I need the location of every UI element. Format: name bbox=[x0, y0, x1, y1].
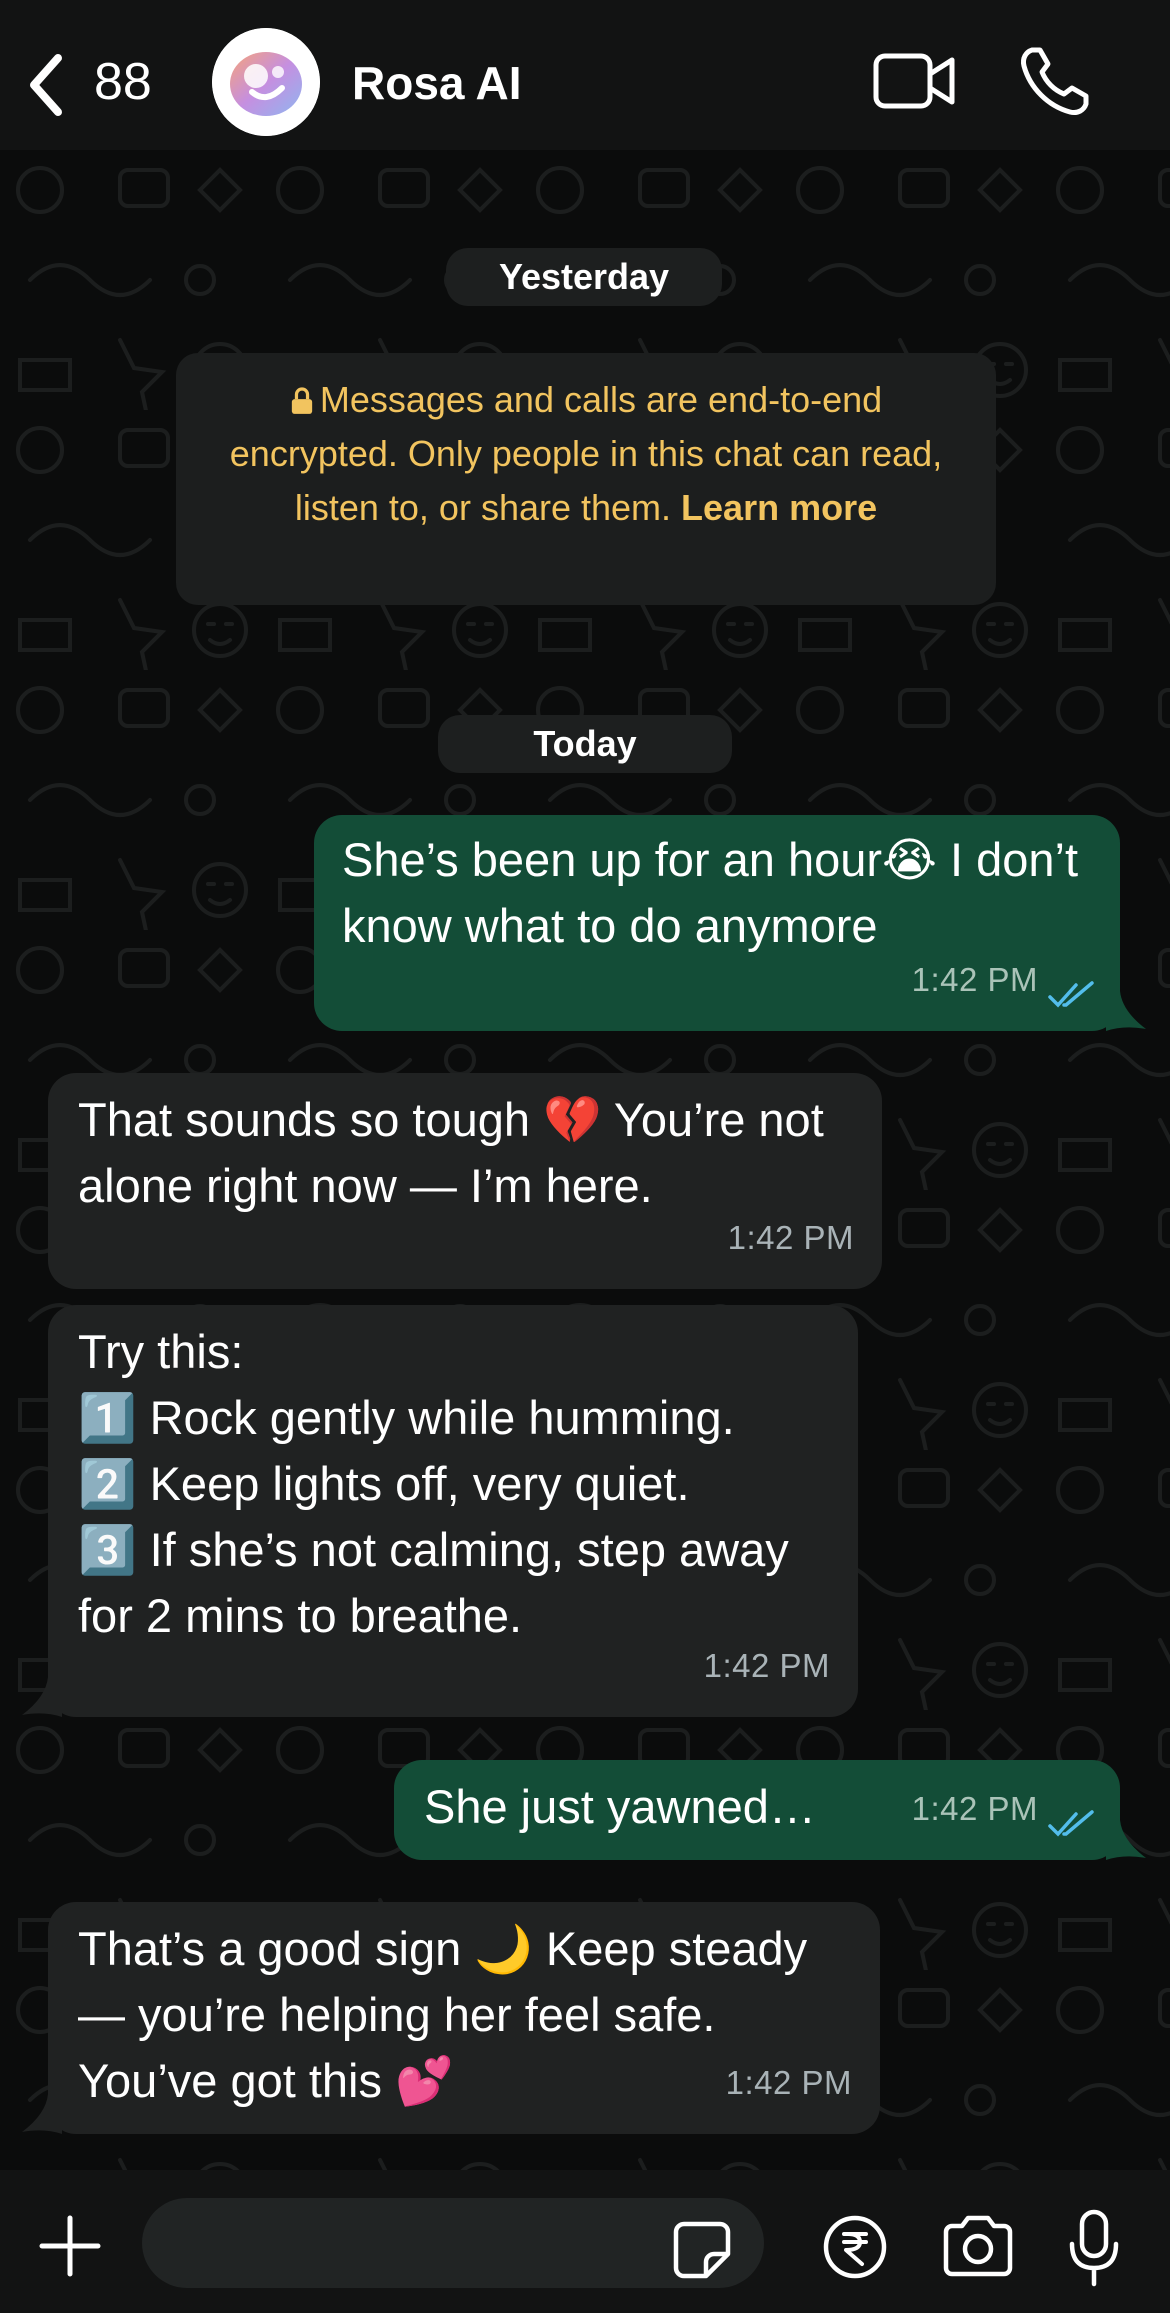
message-time: 1:42 PM bbox=[911, 1790, 1038, 1827]
message-time: 1:42 PM bbox=[703, 1647, 830, 1684]
phone-icon[interactable] bbox=[1018, 44, 1092, 118]
video-call-icon[interactable] bbox=[872, 48, 956, 114]
read-ticks-icon bbox=[1048, 1810, 1094, 1837]
incoming-message[interactable]: That’s a good sign 🌙 Keep steady — you’r… bbox=[48, 1902, 880, 2134]
date-separator-yesterday: Yesterday bbox=[446, 248, 722, 306]
camera-icon[interactable] bbox=[940, 2214, 1016, 2278]
message-text: She’s been up for an hour😭 I don’t know … bbox=[342, 833, 1079, 952]
learn-more-link[interactable]: Learn more bbox=[681, 487, 877, 528]
contact-name[interactable]: Rosa AI bbox=[352, 56, 522, 110]
message-time: 1:42 PM bbox=[911, 961, 1038, 998]
message-text: That sounds so tough 💔 You’re not alone … bbox=[78, 1093, 824, 1212]
bubble-tail bbox=[1106, 1820, 1146, 1860]
message-time: 1:42 PM bbox=[725, 2064, 852, 2101]
message-text: Try this: 1️⃣ Rock gently while humming.… bbox=[78, 1325, 789, 1642]
lock-icon bbox=[291, 387, 312, 414]
bubble-tail bbox=[22, 1677, 62, 1717]
sticker-icon[interactable] bbox=[672, 2220, 732, 2280]
avatar-logo-icon bbox=[212, 28, 320, 136]
message-list[interactable]: Yesterday Messages and calls are end-to-… bbox=[0, 150, 1170, 2170]
incoming-message[interactable]: Try this: 1️⃣ Rock gently while humming.… bbox=[48, 1305, 858, 1717]
composer-bar bbox=[0, 2170, 1170, 2313]
chat-header: 88 Rosa AI bbox=[0, 0, 1170, 150]
encryption-notice[interactable]: Messages and calls are end-to-end encryp… bbox=[176, 353, 996, 605]
message-time: 1:42 PM bbox=[727, 1219, 854, 1256]
avatar[interactable] bbox=[212, 28, 320, 136]
bubble-tail bbox=[22, 2094, 62, 2134]
unread-count[interactable]: 88 bbox=[94, 52, 152, 112]
bubble-tail bbox=[1106, 991, 1146, 1031]
plus-icon[interactable] bbox=[36, 2212, 104, 2280]
chevron-left-icon[interactable] bbox=[22, 50, 72, 120]
microphone-icon[interactable] bbox=[1066, 2208, 1122, 2288]
date-separator-today: Today bbox=[438, 715, 732, 773]
outgoing-message[interactable]: She’s been up for an hour😭 I don’t know … bbox=[314, 815, 1120, 1031]
read-ticks-icon bbox=[1048, 981, 1094, 1008]
outgoing-message[interactable]: She just yawned… 1:42 PM bbox=[394, 1760, 1120, 1860]
rupee-icon[interactable] bbox=[822, 2214, 888, 2280]
incoming-message[interactable]: That sounds so tough 💔 You’re not alone … bbox=[48, 1073, 882, 1289]
message-input[interactable] bbox=[142, 2198, 764, 2288]
